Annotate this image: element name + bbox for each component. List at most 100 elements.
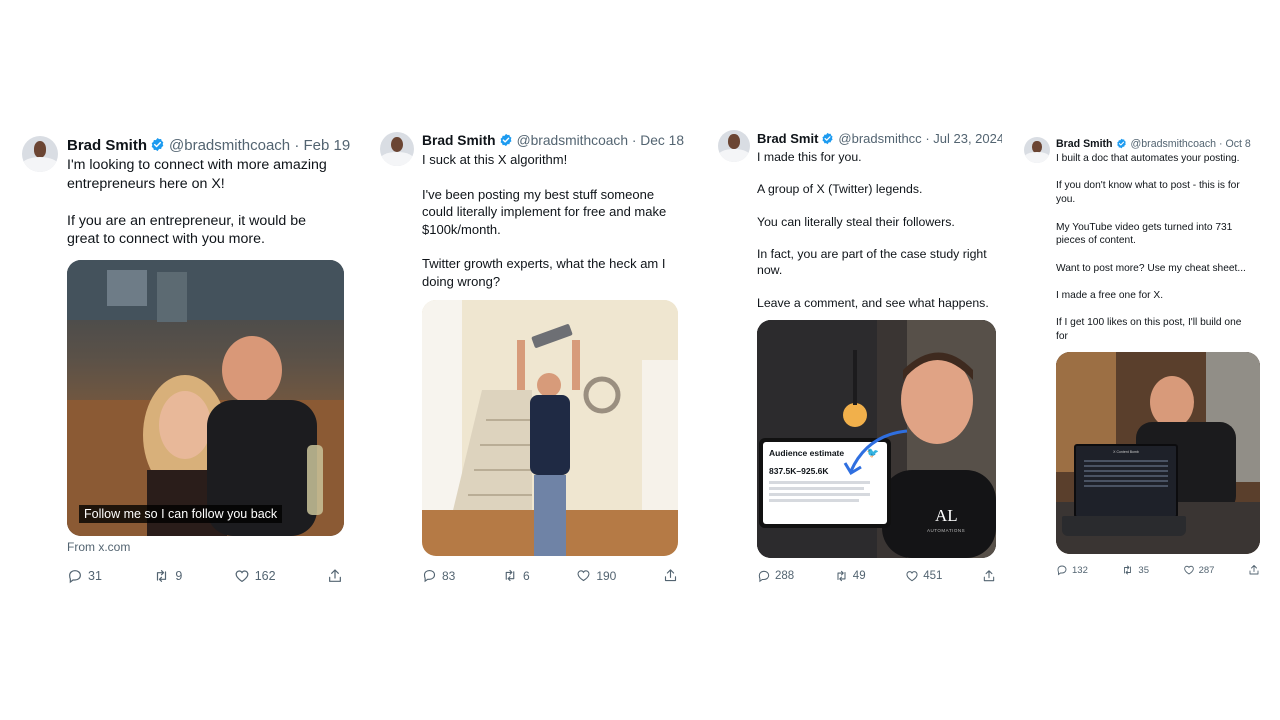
tweet-line: doing wrong? xyxy=(422,273,501,289)
like-button[interactable]: 162 xyxy=(234,568,276,584)
tweet-line: I made this for you. xyxy=(757,150,862,164)
like-icon xyxy=(235,570,249,583)
retweet-icon xyxy=(1124,565,1132,575)
tweet-actions: 83 6 190 xyxy=(422,568,678,583)
repost-button[interactable]: 49 xyxy=(834,569,866,583)
tweet-card-4[interactable]: Brad Smith @bradsmithcoach · Oct 8 I buil… xyxy=(1012,118,1274,598)
author-name[interactable]: Brad Smith xyxy=(1056,138,1113,150)
author-handle[interactable]: @bradsmithcoach xyxy=(517,133,628,148)
share-icon xyxy=(329,569,341,582)
repost-button[interactable]: 35 xyxy=(1121,564,1149,576)
tweet-line: I made a free one for X. xyxy=(1056,290,1164,302)
post-date[interactable]: · Oct 8 xyxy=(1219,138,1251,150)
tweet-photo[interactable]: Audience estimate 🐦 837.5K–925.6K AL AUT… xyxy=(757,320,996,558)
laptop-base xyxy=(1062,516,1186,536)
tweet-actions: 31 9 162 xyxy=(67,568,343,584)
repost-button[interactable]: 6 xyxy=(502,568,530,583)
tweet-line xyxy=(1056,207,1270,221)
tweet-line: Twitter growth experts, what the heck am… xyxy=(422,256,666,272)
tweet-text: I built a doc that automates your postin… xyxy=(1056,152,1270,344)
verified-badge-icon xyxy=(151,137,164,152)
tweet-line: You can literally steal their followers. xyxy=(757,214,955,229)
reply-count: 83 xyxy=(442,568,456,583)
author-handle[interactable]: @bradsmithcc xyxy=(838,131,921,146)
repost-button[interactable]: 9 xyxy=(153,568,182,584)
tweet-line: I built a doc that automates your postin… xyxy=(1056,153,1240,164)
tweet-line: Want to post more? Use my cheat sheet... xyxy=(1056,262,1246,274)
reply-button[interactable]: 132 xyxy=(1056,564,1088,576)
tweet-card-1[interactable]: Brad Smith @bradsmithcoach · Feb 19 I'm l… xyxy=(0,118,368,604)
tweet-line xyxy=(757,230,1002,246)
tweet-line: Leave a comment, and see what happens. xyxy=(757,295,989,310)
author-handle[interactable]: @bradsmithcoach xyxy=(1131,138,1217,150)
tweet-line xyxy=(422,168,684,185)
avatar[interactable] xyxy=(380,132,414,166)
reply-button[interactable]: 83 xyxy=(422,568,455,583)
laptop-screen: X Content Bomb xyxy=(1074,444,1178,518)
avatar[interactable] xyxy=(718,130,750,162)
like-icon xyxy=(1183,565,1194,575)
tweet-card-3[interactable]: Brad Smit @bradsmithcc · Jul 23, 2024 I m… xyxy=(706,118,1006,598)
share-button[interactable] xyxy=(663,568,678,583)
like-button[interactable]: 451 xyxy=(905,569,942,583)
photo-couple-restaurant xyxy=(67,260,344,536)
repost-count: 49 xyxy=(852,570,866,582)
author-name[interactable]: Brad Smit xyxy=(757,131,818,146)
tweet-line xyxy=(422,238,684,255)
author-name[interactable]: Brad Smith xyxy=(67,137,147,154)
tweet-card-2[interactable]: Brad Smith @bradsmithcoach · Dec 18 I suc… xyxy=(370,118,688,598)
tweet-photo[interactable] xyxy=(422,300,678,556)
tweet-text: I suck at this X algorithm! I've been po… xyxy=(422,151,684,290)
photo-caption: Follow me so I can follow you back xyxy=(79,505,283,523)
like-button[interactable]: 190 xyxy=(576,568,616,583)
tweet-line: In fact, you are part of the case study … xyxy=(757,247,987,262)
retweet-icon xyxy=(837,570,846,582)
like-count: 287 xyxy=(1198,564,1215,576)
tweet-line: for xyxy=(1056,331,1068,343)
tweet-line xyxy=(757,279,1002,295)
share-button[interactable] xyxy=(1248,564,1260,576)
tweet-line xyxy=(757,165,1002,181)
reply-button[interactable]: 31 xyxy=(67,568,102,584)
share-button[interactable] xyxy=(982,569,996,583)
tweet-line xyxy=(1056,303,1270,317)
tweet-text: I'm looking to connect with more amazing… xyxy=(67,156,357,249)
tweet-actions: 288 49 451 xyxy=(757,569,996,583)
tweet-header: Brad Smith @bradsmithcoach · Dec 18 xyxy=(422,132,684,150)
author-name[interactable]: Brad Smith xyxy=(422,133,496,148)
tweet-photo[interactable]: X Content Bomb xyxy=(1056,352,1260,554)
tweet-line: now. xyxy=(757,263,783,278)
verified-badge-icon xyxy=(1116,138,1126,149)
like-count: 162 xyxy=(254,569,276,583)
like-icon xyxy=(577,570,590,582)
arrow-icon xyxy=(843,429,908,476)
link-source[interactable]: From x.com xyxy=(67,540,130,554)
like-count: 190 xyxy=(596,568,617,583)
post-date[interactable]: · Dec 18 xyxy=(632,133,684,148)
author-handle[interactable]: @bradsmithcoach xyxy=(169,137,290,154)
avatar[interactable] xyxy=(22,136,58,172)
post-date[interactable]: · Jul 23, 2024 xyxy=(925,131,1002,146)
avatar[interactable] xyxy=(1024,137,1050,163)
repost-count: 6 xyxy=(523,568,530,583)
tweet-line: I've been posting my best stuff someone xyxy=(422,186,655,202)
reply-icon xyxy=(758,570,770,583)
tweet-photo[interactable]: Follow me so I can follow you back xyxy=(67,260,344,536)
tweet-line: I suck at this X algorithm! xyxy=(422,152,568,167)
reply-icon xyxy=(69,570,81,584)
share-icon xyxy=(983,570,995,582)
tweet-line: could literally implement for free and m… xyxy=(422,204,667,220)
verified-badge-icon xyxy=(822,132,833,145)
like-count: 451 xyxy=(923,570,943,582)
reply-button[interactable]: 288 xyxy=(757,569,794,583)
tweet-line: pieces of content. xyxy=(1056,235,1136,247)
tweet-line: I'm looking to connect with more amazing xyxy=(67,157,327,173)
retweet-icon xyxy=(505,569,515,582)
tweet-line: My YouTube video gets turned into 731 xyxy=(1056,221,1233,233)
like-button[interactable]: 287 xyxy=(1183,564,1215,576)
like-icon xyxy=(906,571,918,582)
share-button[interactable] xyxy=(327,568,343,584)
post-date[interactable]: · Feb 19 xyxy=(294,137,350,154)
reply-icon xyxy=(1057,565,1067,576)
tweet-line: entrepreneurs here on X! xyxy=(67,175,225,192)
